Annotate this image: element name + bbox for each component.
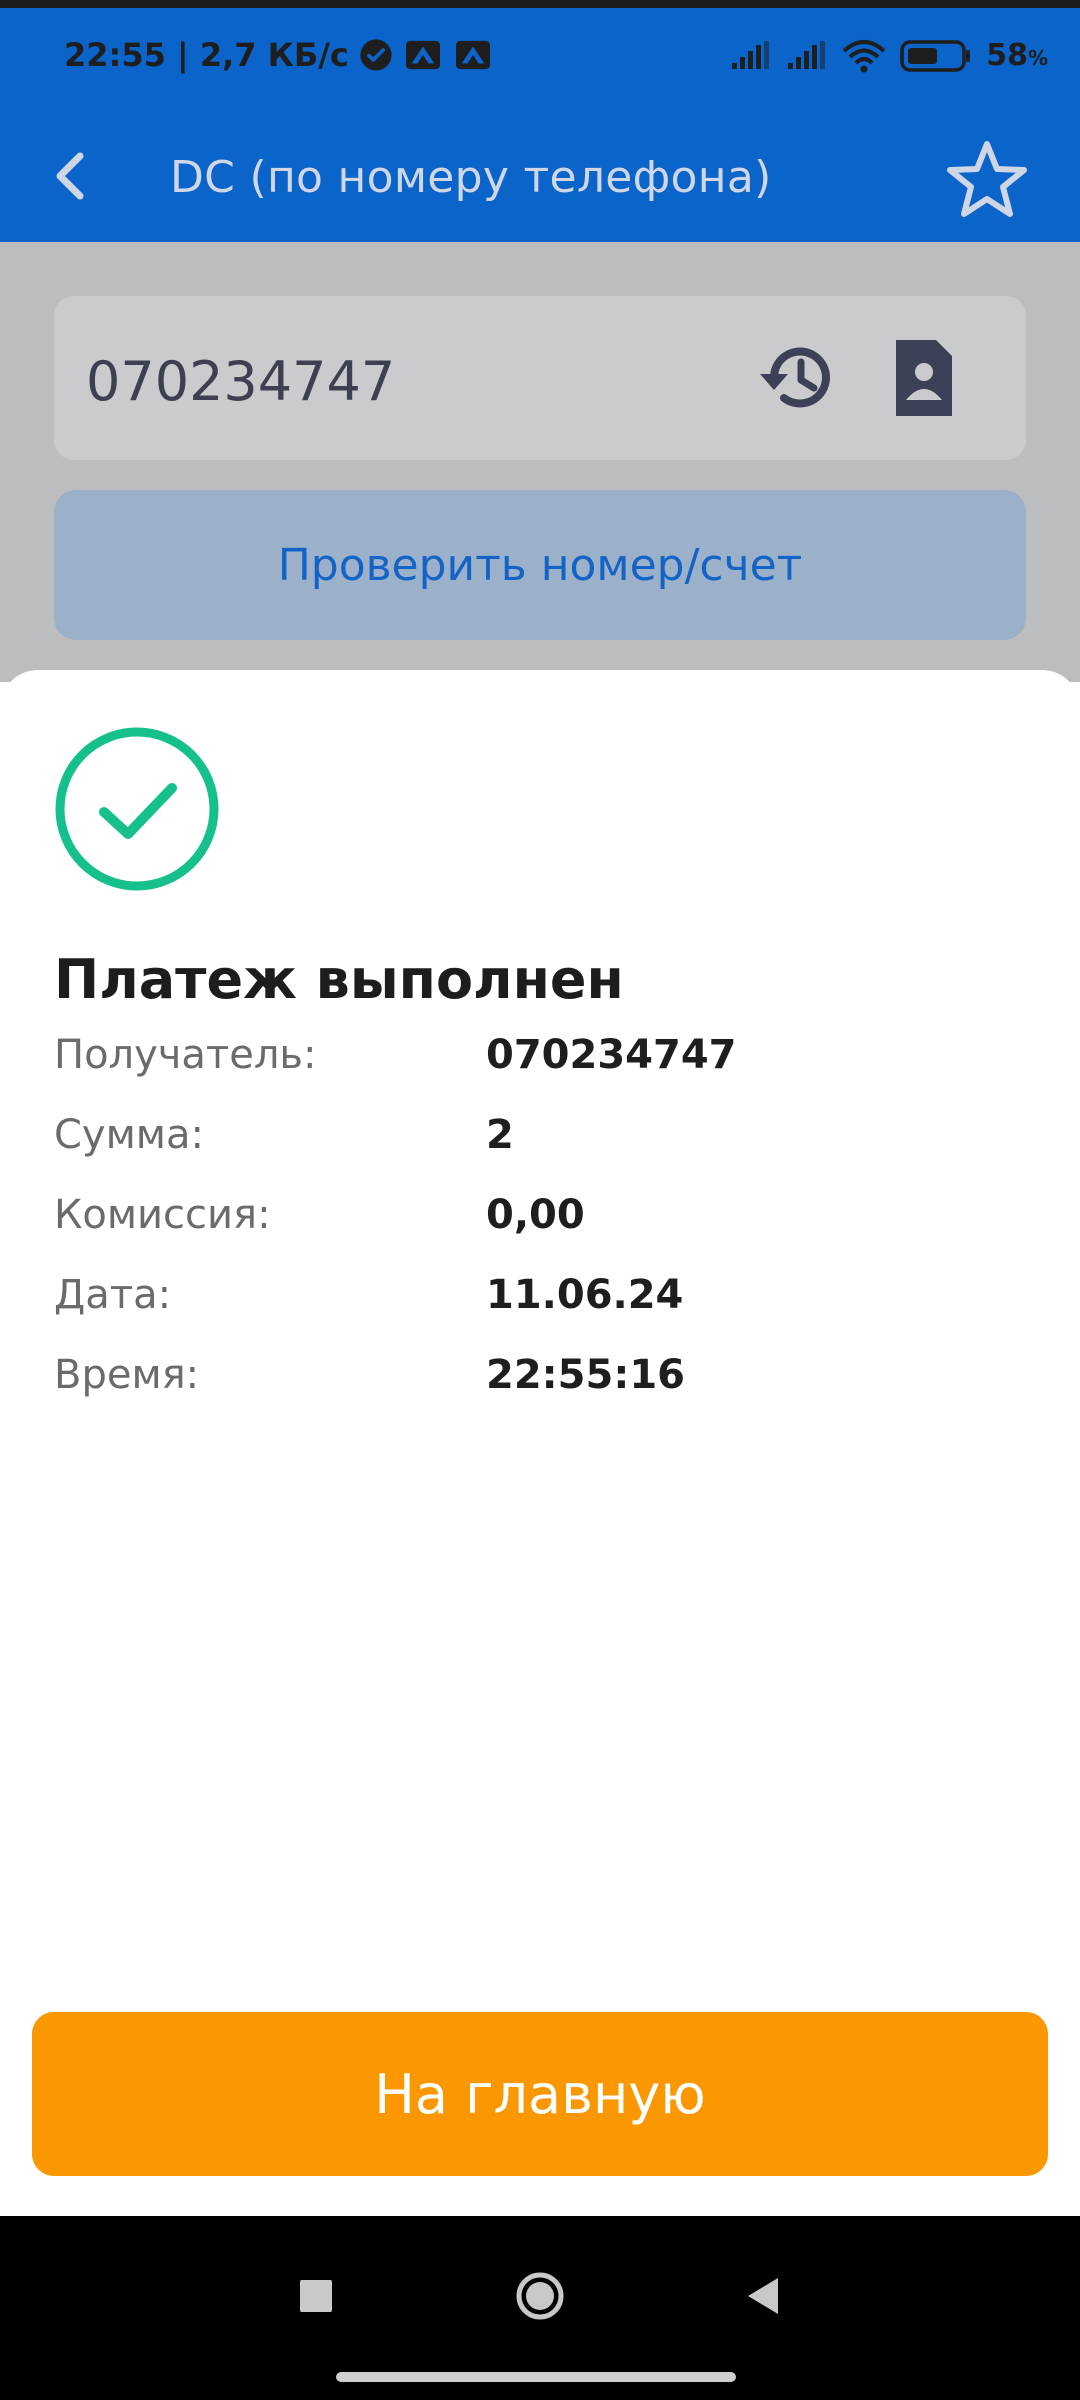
app-notification-icon (403, 38, 443, 72)
history-icon[interactable] (754, 334, 842, 422)
payment-success-sheet: Платеж выполнен Получатель: 070234747 Су… (0, 670, 1080, 2216)
status-left: 22:55 | 2,7 КБ/с (64, 36, 493, 74)
recents-button[interactable] (276, 2256, 356, 2336)
signal-icon-2 (786, 40, 828, 71)
check-number-button[interactable]: Проверить номер/счет (54, 490, 1026, 640)
detail-value: 070234747 (486, 1032, 737, 1078)
app-bar: DC (по номеру телефона) (0, 112, 1080, 242)
favorite-button[interactable] (944, 136, 1030, 222)
status-bar: 22:55 | 2,7 КБ/с 58% (0, 0, 1080, 112)
status-time-speed: 22:55 | 2,7 КБ/с (64, 36, 349, 74)
circle-icon (516, 2272, 564, 2320)
app-notification-icon-2 (453, 38, 493, 72)
detail-value: 11.06.24 (486, 1272, 684, 1318)
detail-row-amount: Сумма: 2 (54, 1112, 1024, 1192)
payment-details: Получатель: 070234747 Сумма: 2 Комиссия:… (54, 1032, 1024, 1432)
success-check-icon (54, 726, 220, 892)
detail-value: 0,00 (486, 1192, 585, 1238)
square-icon (300, 2280, 332, 2312)
system-nav-bar (0, 2216, 1080, 2400)
detail-row-commission: Комиссия: 0,00 (54, 1192, 1024, 1272)
home-button[interactable] (500, 2256, 580, 2336)
page-title: DC (по номеру телефона) (170, 152, 772, 203)
detail-row-time: Время: 22:55:16 (54, 1352, 1024, 1432)
triangle-back-icon (748, 2278, 778, 2314)
detail-label: Получатель: (54, 1032, 317, 1078)
background-form: 070234747 Проверить номер/счет (0, 242, 1080, 682)
chevron-left-icon (56, 152, 84, 200)
detail-label: Время: (54, 1352, 200, 1398)
phone-input-value: 070234747 (86, 350, 396, 413)
phone-input[interactable]: 070234747 (54, 296, 1026, 460)
detail-row-date: Дата: 11.06.24 (54, 1272, 1024, 1352)
detail-value: 2 (486, 1112, 514, 1158)
gesture-handle (336, 2372, 736, 2382)
wifi-icon (842, 39, 886, 73)
go-home-button[interactable]: На главную (32, 2012, 1048, 2176)
star-icon (947, 141, 1027, 217)
back-nav-button[interactable] (724, 2256, 804, 2336)
battery-level: 58% (986, 38, 1048, 73)
detail-row-recipient: Получатель: 070234747 (54, 1032, 1024, 1112)
verified-icon (359, 38, 393, 72)
payment-status-title: Платеж выполнен (54, 948, 624, 1011)
status-right: 58% (730, 38, 1048, 73)
detail-value: 22:55:16 (486, 1352, 685, 1398)
battery-icon (900, 39, 972, 73)
back-button[interactable] (40, 144, 104, 208)
contacts-icon[interactable] (880, 334, 968, 422)
signal-icon (730, 40, 772, 71)
detail-label: Комиссия: (54, 1192, 271, 1238)
detail-label: Дата: (54, 1272, 172, 1318)
detail-label: Сумма: (54, 1112, 204, 1158)
